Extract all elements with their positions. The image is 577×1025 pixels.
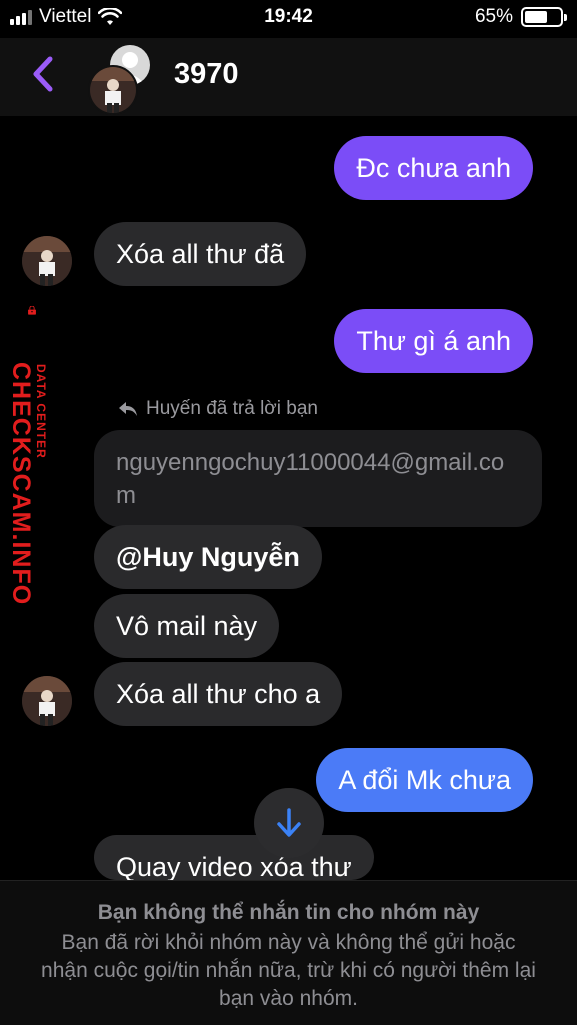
battery-percent: 65%	[474, 6, 513, 27]
message-bubble[interactable]: Thư gì á anh	[334, 309, 533, 373]
watermark-subtext: DATA CENTER	[34, 364, 48, 459]
chevron-left-icon[interactable]	[30, 56, 56, 92]
status-bar: Viettel 19:42 65%	[0, 0, 577, 38]
arrow-down-icon	[277, 808, 301, 837]
blocked-notice: Bạn không thể nhắn tin cho nhóm này Bạn …	[0, 880, 577, 1025]
sender-avatar[interactable]	[22, 236, 72, 286]
message-bubble[interactable]: Quay video xóa thư	[94, 835, 374, 880]
group-avatar[interactable]	[88, 43, 160, 115]
message-bubble[interactable]: Đc chưa anh	[334, 136, 533, 200]
message-bubble[interactable]: A đổi Mk chưa	[316, 748, 533, 812]
battery-icon	[521, 7, 567, 27]
message-bubble[interactable]: Xóa all thư đã	[94, 222, 307, 286]
quoted-message[interactable]: nguyenngochuy11000044@gmail.com	[94, 430, 542, 527]
message-bubble[interactable]: Vô mail này	[94, 594, 280, 658]
reply-label: Huyến đã trả lời bạn	[146, 398, 318, 419]
scroll-down-button[interactable]	[254, 788, 324, 858]
notice-title: Bạn không thể nhắn tin cho nhóm này	[97, 901, 480, 924]
watermark-text: CHECKSCAM.INFO	[7, 362, 35, 606]
chat-title[interactable]: 3970	[174, 58, 239, 91]
notice-body: Bạn đã rời khỏi nhóm này và không thể gử…	[41, 931, 536, 1010]
battery-fill	[525, 11, 548, 23]
chat-header: 3970	[0, 38, 577, 116]
sender-avatar[interactable]	[22, 676, 72, 726]
member-avatar	[88, 65, 138, 115]
message-bubble[interactable]: @Huy Nguyễn	[94, 525, 322, 589]
status-right: 65%	[474, 6, 567, 28]
reply-indicator: Huyến đã trả lời bạn	[118, 398, 318, 420]
lock-icon	[28, 306, 36, 315]
reply-icon	[119, 402, 137, 416]
message-bubble[interactable]: Xóa all thư cho a	[94, 662, 343, 726]
